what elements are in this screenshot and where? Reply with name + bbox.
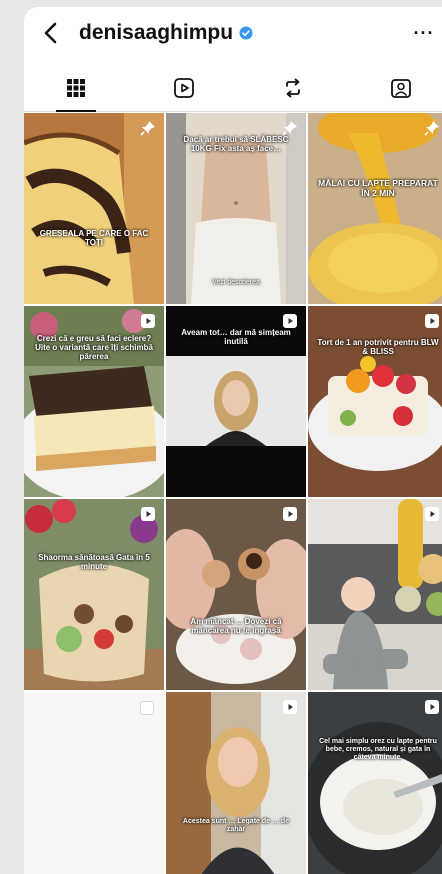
post-thumbnail bbox=[24, 113, 164, 304]
grid-icon bbox=[67, 79, 85, 97]
more-icon: ··· bbox=[413, 22, 435, 43]
post-tile[interactable]: Crezi că e greu să faci eclere? Uite o v… bbox=[24, 306, 164, 497]
verified-badge-icon bbox=[239, 26, 253, 40]
post-subcaption: Vezi descrierea bbox=[212, 279, 260, 286]
post-caption: GREȘEALA PE CARE O FAC TOȚI bbox=[39, 229, 149, 248]
tab-reels[interactable] bbox=[148, 65, 220, 111]
post-tile[interactable]: Dacă ar trebui să SLĂBESC 10KG Fix asta … bbox=[166, 113, 306, 304]
reel-icon bbox=[140, 506, 156, 522]
reel-icon bbox=[424, 506, 440, 522]
reel-icon bbox=[140, 313, 156, 329]
post-tile[interactable]: MĂLAI CU LAPTE PREPARAT ÎN 2 MIN bbox=[308, 113, 442, 304]
post-caption: Acestea sunt … Legate de … de zahăr bbox=[182, 818, 290, 834]
post-caption: Aveam tot… dar mă simțeam inutilă bbox=[181, 328, 291, 347]
post-caption: Cel mai simplu orez cu lapte pentru bebe… bbox=[319, 738, 437, 762]
post-thumbnail bbox=[308, 692, 442, 874]
post-thumbnail bbox=[166, 499, 306, 690]
profile-tabs bbox=[24, 65, 442, 112]
back-button[interactable] bbox=[38, 19, 62, 47]
post-tile[interactable]: GREȘEALA PE CARE O FAC TOȚI bbox=[24, 113, 164, 304]
post-caption: MĂLAI CU LAPTE PREPARAT ÎN 2 MIN bbox=[318, 178, 438, 198]
chevron-left-icon bbox=[44, 22, 57, 44]
post-caption: Tort de 1 an potrivit pentru BLW & BLISS bbox=[317, 338, 439, 357]
post-thumbnail bbox=[308, 306, 442, 497]
top-bar: denisaaghimpu ··· bbox=[24, 7, 442, 59]
reel-icon bbox=[424, 699, 440, 715]
tab-grid[interactable] bbox=[40, 65, 112, 112]
post-caption: Am mâncat ... Dovezi că mâncarea nu te î… bbox=[190, 617, 282, 636]
reel-icon bbox=[424, 313, 440, 329]
profile-title: denisaaghimpu bbox=[79, 19, 253, 47]
multi-post-icon bbox=[140, 701, 154, 715]
username: denisaaghimpu bbox=[79, 21, 234, 44]
tagged-icon bbox=[391, 79, 411, 98]
post-tile[interactable]: Tort de 1 an potrivit pentru BLW & BLISS bbox=[308, 306, 442, 497]
post-caption: Shaorma sănătoasă Gata în 5 minute bbox=[38, 553, 150, 572]
reel-icon bbox=[282, 699, 298, 715]
post-thumbnail bbox=[24, 692, 164, 874]
post-tile[interactable]: Am mâncat ... Dovezi că mâncarea nu te î… bbox=[166, 499, 306, 690]
tab-reposts[interactable] bbox=[257, 65, 329, 111]
repost-icon bbox=[286, 78, 300, 98]
post-tile[interactable]: Cel mai simplu orez cu lapte pentru bebe… bbox=[308, 692, 442, 874]
more-options-button[interactable]: ··· bbox=[412, 19, 436, 47]
post-thumbnail bbox=[24, 499, 164, 690]
post-tile[interactable]: Aveam tot… dar mă simțeam inutilă bbox=[166, 306, 306, 497]
post-thumbnail bbox=[308, 499, 442, 690]
pin-icon bbox=[424, 120, 440, 136]
post-tile[interactable]: Acestea sunt … Legate de … de zahăr bbox=[166, 692, 306, 874]
reel-icon bbox=[282, 313, 298, 329]
post-thumbnail bbox=[308, 113, 442, 304]
profile-screen: denisaaghimpu ··· GREȘEALA PE CARE O FAC… bbox=[24, 7, 442, 874]
post-caption: Dacă ar trebui să SLĂBESC 10KG Fix asta … bbox=[183, 135, 289, 154]
tab-tagged[interactable] bbox=[365, 65, 437, 111]
reel-icon bbox=[282, 506, 298, 522]
pin-icon bbox=[140, 120, 156, 136]
post-tile[interactable] bbox=[24, 692, 164, 874]
post-caption: Crezi că e greu să faci eclere? Uite o v… bbox=[35, 334, 153, 362]
post-tile[interactable] bbox=[308, 499, 442, 690]
pin-icon bbox=[282, 120, 298, 136]
post-thumbnail bbox=[166, 692, 306, 874]
reels-icon bbox=[174, 78, 194, 98]
post-tile[interactable]: Shaorma sănătoasă Gata în 5 minute bbox=[24, 499, 164, 690]
